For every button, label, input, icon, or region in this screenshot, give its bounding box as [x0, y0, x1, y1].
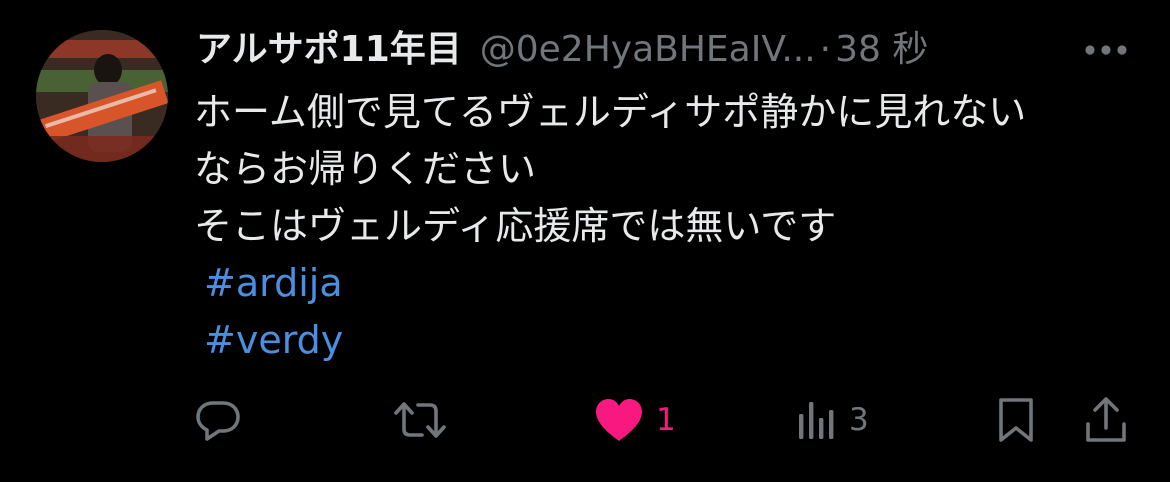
tweet[interactable]: アルサポ11年目 @0e2HyaBHEaIV... · 38 秒 ホーム側で見て… — [0, 0, 1170, 482]
views-icon — [799, 402, 834, 439]
like-count: 1 — [656, 402, 676, 438]
reply-button[interactable] — [193, 390, 255, 450]
post-text-line: ならお帰りください — [194, 147, 537, 191]
hashtag-link[interactable]: #verdy — [194, 312, 1154, 369]
post-header: アルサポ11年目 @0e2HyaBHEaIV... · 38 秒 — [196, 24, 928, 76]
views-button[interactable]: 3 — [797, 390, 869, 450]
heart-icon — [596, 399, 642, 441]
user-handle[interactable]: @0e2HyaBHEaIV... — [480, 24, 816, 76]
post-text-line: ホーム側で見てるヴェルディサポ静かに見れない — [194, 90, 1027, 134]
share-icon — [1086, 397, 1126, 442]
header-separator: · — [819, 29, 832, 70]
display-name[interactable]: アルサポ11年目 — [196, 24, 462, 76]
reply-icon — [196, 401, 240, 441]
like-button[interactable]: 1 — [594, 390, 676, 450]
bookmark-icon — [999, 398, 1033, 442]
action-bar: 1 3 — [0, 390, 1170, 450]
views-count: 3 — [849, 402, 869, 438]
share-button[interactable] — [1084, 390, 1128, 450]
post-timestamp[interactable]: 38 秒 — [835, 24, 928, 76]
repost-icon — [394, 402, 446, 438]
repost-button[interactable] — [392, 390, 460, 450]
bookmark-button[interactable] — [996, 390, 1036, 450]
post-text: ホーム側で見てるヴェルディサポ静かに見れない ならお帰りください そこはヴェルデ… — [194, 84, 1154, 369]
more-horizontal-icon — [1085, 45, 1127, 55]
avatar[interactable] — [36, 30, 168, 162]
avatar-photo — [36, 30, 168, 162]
hashtag-link[interactable]: #ardija — [194, 255, 1154, 312]
post-text-line: そこはヴェルディ応援席では無いです — [194, 204, 837, 248]
more-options-button[interactable] — [1083, 34, 1129, 66]
